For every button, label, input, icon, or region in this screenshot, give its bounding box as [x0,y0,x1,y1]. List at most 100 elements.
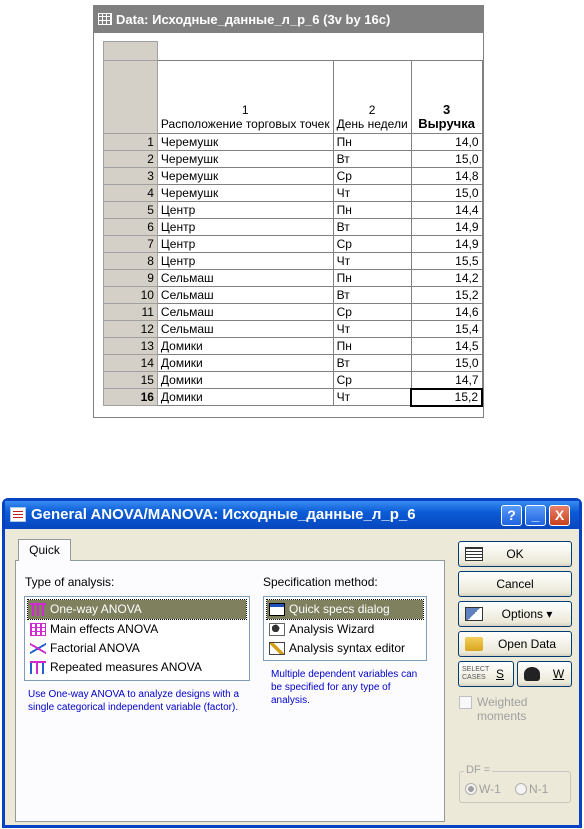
radio-n-1[interactable]: N-1 [515,782,548,796]
open-data-button[interactable]: Open Data [458,631,572,657]
row-number[interactable]: 7 [103,235,158,253]
list-item-factorial-anova[interactable]: Factorial ANOVA [28,639,140,658]
row-number[interactable]: 2 [103,150,158,168]
cell-location[interactable]: Черемушк [156,150,334,168]
column-header-3[interactable]: 3 Выручка [410,60,483,134]
cell-location[interactable]: Домики [156,371,334,389]
row-number[interactable]: 12 [103,320,158,338]
cell-revenue[interactable]: 14,4 [410,201,483,219]
row-number[interactable]: 5 [103,201,158,219]
dialog-title-bar[interactable]: General ANOVA/MANOVA: Исходные_данные_л_… [5,501,579,529]
radio-w-1[interactable]: W-1 [465,782,501,796]
row-number[interactable]: 11 [103,303,158,321]
row-number[interactable]: 9 [103,269,158,287]
cell-location[interactable]: Сельмаш [156,286,334,304]
cell-day[interactable]: Чт [332,320,412,338]
row-number[interactable]: 13 [103,337,158,355]
column-header-2[interactable]: 2 День недели [332,60,412,134]
table-row: 9 Сельмаш Пн 14,2 [103,269,483,287]
cell-day[interactable]: Чт [332,184,412,202]
cell-day[interactable]: Пн [332,201,412,219]
cell-revenue[interactable]: 15,5 [410,252,483,270]
cell-location[interactable]: Центр [156,201,334,219]
corner-cell[interactable] [103,60,158,134]
cell-day[interactable]: Пн [332,337,412,355]
cell-day[interactable]: Ср [332,167,412,185]
cell-revenue[interactable]: 15,0 [410,150,483,168]
weight-button[interactable]: W [517,661,572,687]
cell-location[interactable]: Черемушк [156,184,334,202]
row-number[interactable]: 4 [103,184,158,202]
cell-location[interactable]: Сельмаш [156,303,334,321]
list-item-repeated-measures-anova[interactable]: Repeated measures ANOVA [28,658,202,677]
ok-button[interactable]: OK [458,541,572,567]
cell-day[interactable]: Вт [332,286,412,304]
main-effects-icon [30,623,46,636]
cell-day[interactable]: Вт [332,150,412,168]
cell-revenue[interactable]: 15,2 [410,286,483,304]
checkbox-box[interactable] [459,696,472,709]
cell-location[interactable]: Черемушк [156,167,334,185]
cell-day[interactable]: Ср [332,371,412,389]
tab-quick[interactable]: Quick [18,539,71,561]
close-button[interactable]: X [549,505,570,526]
cell-location[interactable]: Домики [156,388,334,406]
options-button[interactable]: Options ▾ [458,601,572,627]
list-item-syntax-editor[interactable]: Analysis syntax editor [267,639,405,658]
syntax-editor-icon [269,642,285,655]
list-item-main-effects-anova[interactable]: Main effects ANOVA [28,620,158,639]
row-number[interactable]: 3 [103,167,158,185]
row-number[interactable]: 1 [103,133,158,151]
cell-location[interactable]: Домики [156,337,334,355]
cell-revenue[interactable]: 14,9 [410,235,483,253]
minimize-button[interactable]: _ [525,505,546,526]
cell-day[interactable]: Чт [332,388,412,406]
cell-location[interactable]: Черемушк [156,133,334,151]
row-number[interactable]: 14 [103,354,158,372]
radio-dot[interactable] [465,783,477,795]
cell-revenue[interactable]: 14,6 [410,303,483,321]
cell-revenue[interactable]: 14,9 [410,218,483,236]
cell-revenue[interactable]: 15,0 [410,184,483,202]
row-number[interactable]: 15 [103,371,158,389]
radio-dot[interactable] [515,783,527,795]
cell-revenue[interactable]: 14,2 [410,269,483,287]
cell-location[interactable]: Сельмаш [156,320,334,338]
cell-revenue[interactable]: 14,5 [410,337,483,355]
row-number[interactable]: 10 [103,286,158,304]
cell-revenue[interactable]: 14,7 [410,371,483,389]
cell-day[interactable]: Ср [332,303,412,321]
table-row: 14 Домики Вт 15,0 [103,354,483,372]
cell-revenue[interactable]: 15,2 [410,387,483,407]
grid-icon [98,13,112,25]
cell-location[interactable]: Домики [156,354,334,372]
cell-location[interactable]: Центр [156,252,334,270]
list-item-one-way-anova[interactable]: One-way ANOVA [27,599,247,620]
cell-revenue[interactable]: 15,0 [410,354,483,372]
cell-day[interactable]: Вт [332,218,412,236]
list-item-label: One-way ANOVA [50,602,142,616]
select-cases-button[interactable]: SELECT CASES S [458,661,514,687]
cell-location[interactable]: Центр [156,218,334,236]
column-header-1[interactable]: 1 Расположение торговых точек [156,60,334,134]
cell-revenue[interactable]: 15,4 [410,320,483,338]
row-number[interactable]: 8 [103,252,158,270]
cell-day[interactable]: Вт [332,354,412,372]
list-item-analysis-wizard[interactable]: Analysis Wizard [267,620,374,639]
cell-day[interactable]: Пн [332,269,412,287]
row-number[interactable]: 6 [103,218,158,236]
cell-day[interactable]: Пн [332,133,412,151]
cell-revenue[interactable]: 14,0 [410,133,483,151]
column-name: Выручка [418,116,475,131]
cancel-button[interactable]: Cancel [458,571,572,597]
cell-location[interactable]: Центр [156,235,334,253]
cell-revenue[interactable]: 14,8 [410,167,483,185]
cell-day[interactable]: Ср [332,235,412,253]
help-button[interactable]: ? [501,505,522,526]
cell-location[interactable]: Сельмаш [156,269,334,287]
row-number[interactable]: 16 [103,388,158,406]
list-item-quick-specs[interactable]: Quick specs dialog [266,599,424,620]
corner-cell[interactable] [103,41,158,61]
cell-day[interactable]: Чт [332,252,412,270]
weighted-moments-checkbox[interactable]: Weighted moments [459,695,571,723]
